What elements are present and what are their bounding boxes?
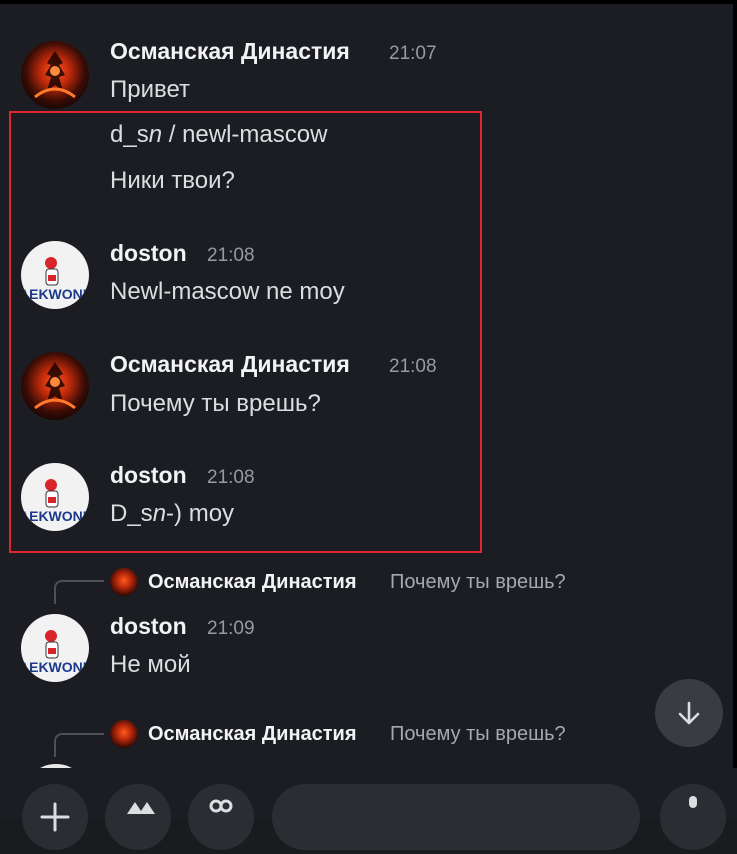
message-timestamp: 21:08 — [207, 467, 255, 488]
message-text: D_sn-) moy — [110, 500, 235, 527]
top-border — [0, 0, 737, 4]
message-author[interactable]: doston — [110, 613, 187, 640]
gift-icon — [209, 799, 233, 813]
gift-button[interactable] — [188, 784, 254, 850]
message-timestamp: 21:08 — [207, 245, 255, 266]
right-border — [733, 0, 737, 818]
message-input[interactable] — [272, 784, 640, 850]
warrior-emblem-icon — [34, 362, 76, 410]
apps-icon — [127, 802, 155, 814]
message-timestamp: 21:07 — [389, 43, 437, 64]
taekwondo-figure-icon: AEKWONDO — [21, 630, 89, 675]
message-text: Привет — [110, 76, 191, 103]
message-text: d_sn / newl-mascow — [110, 121, 328, 148]
taekwondo-avatar[interactable]: AEKWONDO — [21, 241, 89, 309]
reply-author[interactable]: Османская Династия — [148, 723, 357, 746]
plus-icon — [40, 802, 70, 832]
reply-author[interactable]: Османская Династия — [148, 571, 357, 594]
taekwondo-figure-icon: AEKWONDO — [21, 479, 89, 524]
message-timestamp: 21:09 — [207, 618, 255, 639]
reply-avatar[interactable] — [110, 568, 138, 596]
reply-connector — [54, 733, 104, 757]
reply-preview[interactable]: Почему ты врешь? — [390, 571, 566, 594]
message-author[interactable]: doston — [110, 462, 187, 489]
reply-connector — [54, 580, 104, 604]
message-text: Почему ты врешь? — [110, 390, 321, 417]
taekwondo-avatar[interactable]: AEKWONDO — [21, 463, 89, 531]
scroll-to-bottom-button[interactable] — [655, 679, 723, 747]
microphone-button[interactable] — [660, 784, 726, 850]
microphone-icon — [689, 796, 697, 808]
taekwondo-avatar[interactable]: AEKWONDO — [21, 614, 89, 682]
warrior-emblem-icon — [34, 51, 76, 99]
message-author[interactable]: Османская Династия — [110, 351, 350, 378]
message-author[interactable]: doston — [110, 240, 187, 267]
message-text: Не мой — [110, 651, 191, 678]
message-text: Newl-mascow ne moy — [110, 278, 345, 305]
taekwondo-figure-icon: AEKWONDO — [21, 257, 89, 302]
ottoman-dynasty-avatar[interactable] — [21, 41, 89, 109]
reply-avatar[interactable] — [110, 720, 138, 748]
arrow-down-icon — [678, 701, 700, 725]
apps-button[interactable] — [105, 784, 171, 850]
message-text: Ники твои? — [110, 167, 235, 194]
ottoman-dynasty-avatar[interactable] — [21, 352, 89, 420]
reply-preview[interactable]: Почему ты врешь? — [390, 723, 566, 746]
message-timestamp: 21:08 — [389, 356, 437, 377]
message-author[interactable]: Османская Династия — [110, 38, 350, 65]
plus-button[interactable] — [22, 784, 88, 850]
